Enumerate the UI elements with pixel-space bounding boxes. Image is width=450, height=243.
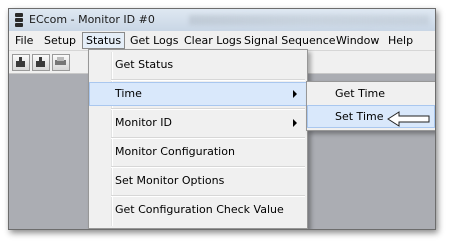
menu-item-label: Get Time	[335, 87, 386, 100]
save-icon[interactable]	[32, 54, 50, 71]
status-dropdown-menu: Get Status Time Monitor ID Monitor Confi…	[88, 49, 308, 229]
title-bar-blur	[189, 15, 429, 25]
menu-separator	[111, 108, 305, 110]
menu-get-logs[interactable]: Get Logs	[127, 33, 181, 48]
menu-window[interactable]: Window	[333, 33, 382, 48]
menu-item-label: Set Time	[335, 110, 384, 123]
app-icon	[15, 13, 23, 27]
menu-clear-logs[interactable]: Clear Logs	[181, 33, 245, 48]
menu-signal-sequence[interactable]: Signal Sequence	[241, 33, 339, 48]
window-title: ECcom - Monitor ID #0	[29, 13, 155, 26]
submenu-arrow-icon	[293, 119, 297, 127]
menu-item-label: Get Status	[115, 58, 174, 71]
menu-separator	[111, 79, 305, 81]
menu-item-monitor-id[interactable]: Monitor ID	[89, 111, 307, 135]
print-icon[interactable]	[52, 54, 70, 71]
menu-file[interactable]: File	[12, 33, 36, 48]
menu-separator	[111, 137, 305, 139]
menu-separator	[111, 195, 305, 197]
menu-status[interactable]: Status	[82, 32, 126, 49]
menu-bar: File Setup Status Get Logs Clear Logs Si…	[9, 31, 435, 51]
menu-item-get-configuration-check-value[interactable]: Get Configuration Check Value	[89, 198, 307, 222]
menu-item-get-time[interactable]: Get Time	[307, 82, 435, 105]
title-bar[interactable]: ECcom - Monitor ID #0	[9, 9, 435, 31]
open-icon[interactable]	[12, 54, 30, 71]
menu-item-get-status[interactable]: Get Status	[89, 53, 307, 77]
callout-arrow-icon	[387, 111, 430, 127]
menu-help[interactable]: Help	[385, 33, 416, 48]
menu-setup[interactable]: Setup	[41, 33, 79, 48]
menu-item-time[interactable]: Time	[89, 82, 307, 106]
menu-item-label: Time	[115, 87, 142, 100]
menu-item-label: Monitor Configuration	[115, 145, 235, 158]
menu-item-label: Set Monitor Options	[115, 174, 225, 187]
menu-item-set-monitor-options[interactable]: Set Monitor Options	[89, 169, 307, 193]
menu-separator	[111, 166, 305, 168]
submenu-arrow-icon	[293, 90, 297, 98]
menu-item-label: Monitor ID	[115, 116, 173, 129]
menu-item-monitor-configuration[interactable]: Monitor Configuration	[89, 140, 307, 164]
menu-item-label: Get Configuration Check Value	[115, 203, 284, 216]
app-window: ECcom - Monitor ID #0 File Setup Status …	[8, 8, 436, 230]
